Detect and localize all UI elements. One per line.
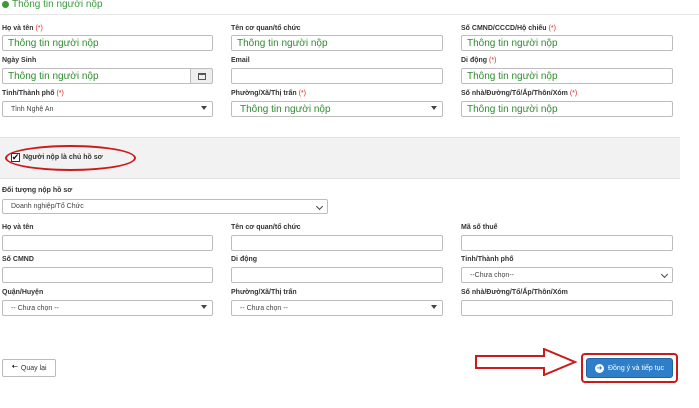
province-label-text: Tỉnh/Thành phố	[2, 90, 55, 97]
arrow-right-circle-icon: ➜	[594, 363, 604, 373]
annotation-arrow	[475, 348, 578, 376]
chevron-down-icon	[315, 202, 324, 211]
birth-date-label: Ngày Sinh	[2, 57, 36, 64]
organization-input[interactable]: Thông tin người nộp	[231, 35, 443, 51]
owner-province-select[interactable]: --Chưa chọn--	[461, 267, 673, 283]
email-input[interactable]	[231, 68, 443, 84]
owner-organization-input[interactable]	[231, 235, 443, 251]
full-name-input[interactable]: Thông tin người nộp	[2, 35, 213, 51]
owner-full-name-input[interactable]	[2, 235, 213, 251]
owner-tax-code-label: Mã số thuế	[461, 224, 498, 231]
globe-icon	[2, 1, 9, 8]
owner-ward-select-value: -- Chưa chọn --	[240, 304, 288, 312]
address-value: Thông tin người nộp	[467, 103, 558, 115]
section-title: Thông tin người nộp	[2, 0, 103, 10]
required-mark: (*)	[35, 25, 43, 32]
section-divider	[0, 14, 699, 15]
mobile-label-text: Di động	[461, 57, 488, 64]
ward-label-text: Phường/Xã/Thị trấn	[231, 90, 297, 97]
subject-select[interactable]: Doanh nghiệp/Tổ Chức	[2, 199, 328, 214]
owner-id-input[interactable]	[2, 267, 213, 283]
province-select-value: Tỉnh Nghệ An	[11, 105, 54, 113]
required-mark: (*)	[569, 90, 578, 97]
owner-province-label: Tỉnh/Thành phố	[461, 256, 514, 263]
caret-down-icon	[201, 305, 207, 309]
ward-select[interactable]: Thông tin người nộp	[231, 101, 443, 117]
ward-label: Phường/Xã/Thị trấn (*)	[231, 90, 306, 97]
email-label: Email	[231, 57, 250, 64]
full-name-value: Thông tin người nộp	[8, 37, 99, 49]
mobile-input[interactable]: Thông tin người nộp	[461, 68, 673, 84]
province-label: Tỉnh/Thành phố (*)	[2, 90, 64, 97]
birth-date-input[interactable]: Thông tin người nộp	[2, 68, 191, 84]
caret-down-icon	[431, 106, 437, 110]
organization-label: Tên cơ quan/tổ chức	[231, 25, 301, 32]
owner-ward-select[interactable]: -- Chưa chọn --	[231, 300, 443, 316]
subject-select-value: Doanh nghiệp/Tổ Chức	[11, 203, 84, 210]
mobile-value: Thông tin người nộp	[467, 70, 558, 82]
owner-mobile-input[interactable]	[231, 267, 443, 283]
owner-full-name-label: Họ và tên	[2, 224, 34, 231]
arrow-left-icon: 🠄	[11, 362, 18, 371]
annotation-oval	[5, 145, 136, 171]
caret-down-icon	[431, 305, 437, 309]
continue-button[interactable]: ➜ Đồng ý và tiếp tục	[586, 358, 673, 378]
province-select[interactable]: Tỉnh Nghệ An	[2, 101, 213, 117]
back-button[interactable]: 🠄 Quay lại	[2, 359, 56, 377]
owner-ward-label: Phường/Xã/Thị trấn	[231, 289, 297, 296]
required-mark: (*)	[489, 57, 497, 64]
owner-address-label: Số nhà/Đường/Tổ/Ấp/Thôn/Xóm	[461, 289, 568, 296]
birth-date-value: Thông tin người nộp	[8, 70, 99, 82]
ward-select-value: Thông tin người nộp	[240, 103, 331, 115]
required-mark: (*)	[298, 90, 307, 97]
owner-district-select[interactable]: -- Chưa chọn --	[2, 300, 213, 316]
owner-organization-label: Tên cơ quan/tổ chức	[231, 224, 301, 231]
organization-value: Thông tin người nộp	[237, 37, 328, 49]
owner-tax-code-input[interactable]	[461, 235, 673, 251]
organization-label-text: Tên cơ quan/tổ chức	[231, 25, 301, 32]
owner-mobile-label: Di động	[231, 256, 258, 263]
mobile-label: Di động (*)	[461, 57, 496, 64]
owner-id-label: Số CMND	[2, 256, 34, 263]
subject-label: Đối tượng nộp hồ sơ	[2, 187, 72, 194]
birth-date-label-text: Ngày Sinh	[2, 57, 37, 64]
id-number-value: Thông tin người nộp	[467, 37, 558, 49]
full-name-label-text: Họ và tên	[2, 25, 34, 32]
address-input[interactable]: Thông tin người nộp	[461, 101, 673, 117]
calendar-icon	[197, 72, 206, 80]
owner-address-input[interactable]	[461, 300, 673, 316]
email-label-text: Email	[231, 57, 250, 64]
section-title-text: Thông tin người nộp	[12, 0, 103, 10]
id-number-input[interactable]: Thông tin người nộp	[461, 35, 673, 51]
owner-district-select-value: -- Chưa chọn --	[11, 304, 59, 312]
calendar-button[interactable]	[191, 68, 213, 84]
subject-label-text: Đối tượng nộp hồ sơ	[2, 187, 73, 194]
owner-province-select-value: --Chưa chọn--	[470, 271, 514, 279]
owner-district-label: Quận/Huyện	[2, 289, 44, 296]
id-number-label-text: Số CMND/CCCD/Hộ chiếu	[461, 25, 547, 32]
required-mark: (*)	[56, 90, 64, 97]
back-button-label: Quay lại	[20, 364, 47, 372]
required-mark: (*)	[548, 25, 556, 32]
continue-button-label: Đồng ý và tiếp tục	[607, 364, 665, 372]
address-label: Số nhà/Đường/Tổ/Ấp/Thôn/Xóm (*)	[461, 90, 577, 97]
caret-down-icon	[201, 106, 207, 110]
full-name-label: Họ và tên (*)	[2, 25, 43, 32]
chevron-down-icon	[660, 270, 669, 279]
id-number-label: Số CMND/CCCD/Hộ chiếu (*)	[461, 25, 556, 32]
address-label-text: Số nhà/Đường/Tổ/Ấp/Thôn/Xóm	[461, 90, 568, 97]
